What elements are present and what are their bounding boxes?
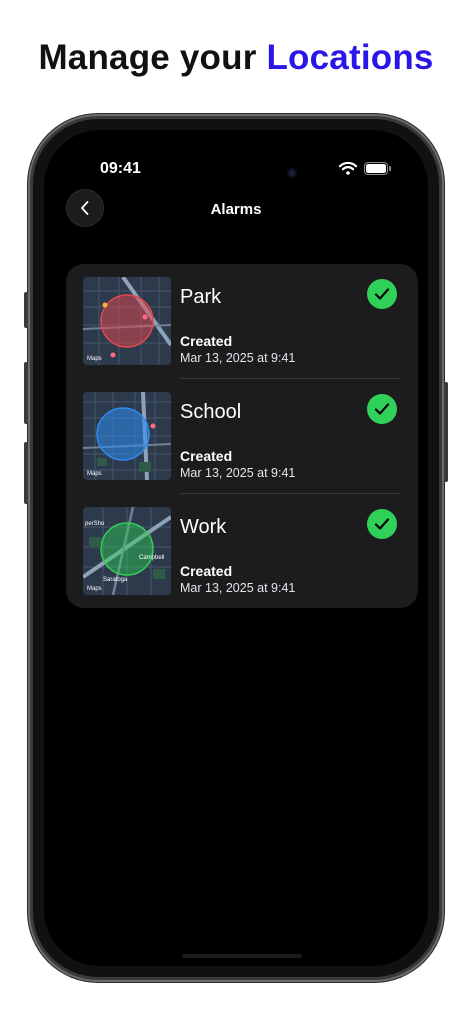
alarm-row-park[interactable]: Maps Park Created Mar 13, 2025 at 9:41 bbox=[66, 264, 418, 379]
created-date: Mar 13, 2025 at 9:41 bbox=[180, 581, 296, 595]
enabled-check-icon[interactable] bbox=[367, 509, 397, 539]
maps-attribution: Maps bbox=[87, 471, 102, 477]
created-label: Created bbox=[180, 333, 233, 349]
nav-title: Alarms bbox=[210, 201, 262, 218]
volume-up-button bbox=[24, 362, 28, 424]
action-button bbox=[24, 292, 28, 328]
screen: 09:41 Alarms Maps Park Created Mar 13, 2… bbox=[44, 130, 428, 966]
volume-down-button bbox=[24, 442, 28, 504]
map-label: Saratoga bbox=[103, 577, 128, 583]
enabled-check-icon[interactable] bbox=[367, 394, 397, 424]
power-button bbox=[444, 382, 448, 482]
phone-frame: 09:41 Alarms Maps Park Created Mar 13, 2… bbox=[24, 114, 448, 982]
alarm-row-school[interactable]: Maps School Created Mar 13, 2025 at 9:41 bbox=[66, 379, 418, 494]
wifi-icon bbox=[339, 161, 357, 175]
alarm-name: Park bbox=[180, 286, 222, 308]
maps-attribution: Maps bbox=[87, 586, 102, 592]
created-label: Created bbox=[180, 448, 233, 464]
home-indicator[interactable] bbox=[182, 954, 302, 958]
map-icon bbox=[83, 277, 171, 365]
created-label: Created bbox=[180, 563, 233, 579]
battery-icon bbox=[364, 162, 391, 175]
map-thumbnail: Maps bbox=[83, 392, 171, 480]
status-time: 09:41 bbox=[100, 160, 141, 177]
headline-prefix: Manage your bbox=[38, 38, 257, 77]
alarm-row-work[interactable]: perSho Campbell Saratoga Maps Work Creat… bbox=[66, 494, 418, 609]
headline-accent: Locations bbox=[266, 38, 434, 77]
alarm-name: Work bbox=[180, 516, 227, 538]
map-label: perSho bbox=[85, 521, 105, 527]
map-label: Campbell bbox=[139, 555, 165, 561]
camera-icon bbox=[287, 168, 297, 178]
enabled-check-icon[interactable] bbox=[367, 279, 397, 309]
alarms-list: Maps Park Created Mar 13, 2025 at 9:41 M… bbox=[66, 264, 418, 608]
headline: Manage your Locations bbox=[0, 38, 472, 78]
map-thumbnail: Maps bbox=[83, 277, 171, 365]
alarm-name: School bbox=[180, 401, 242, 423]
created-date: Mar 13, 2025 at 9:41 bbox=[180, 466, 296, 480]
created-date: Mar 13, 2025 at 9:41 bbox=[180, 351, 296, 365]
map-thumbnail: perSho Campbell Saratoga Maps bbox=[83, 507, 171, 595]
map-icon bbox=[83, 392, 171, 480]
maps-attribution: Maps bbox=[87, 356, 102, 362]
phone-bezel: 09:41 Alarms Maps Park Created Mar 13, 2… bbox=[33, 119, 439, 977]
